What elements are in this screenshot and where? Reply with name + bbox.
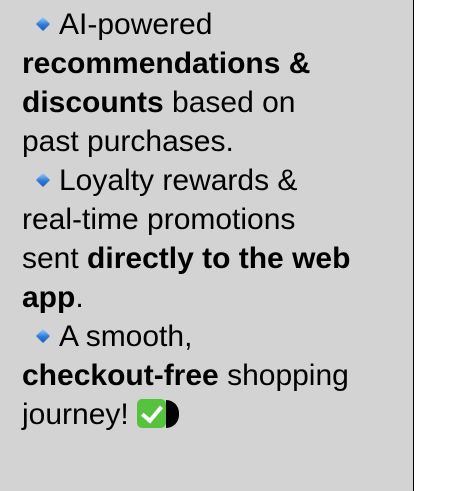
bullet-line: AI-powered xyxy=(22,5,416,44)
text-run: . xyxy=(75,281,84,314)
text-line: discounts based on xyxy=(22,83,416,122)
check-mark-button-icon xyxy=(136,399,166,428)
text-run: journey! xyxy=(22,398,129,431)
text-run: shopping xyxy=(218,359,349,392)
feature-list: AI-powered recommendations & discounts b… xyxy=(22,5,416,434)
bold-text: discounts xyxy=(22,86,164,119)
small-blue-diamond-icon xyxy=(35,172,51,188)
text-line: checkout-free shopping xyxy=(22,356,416,395)
half-moon-icon xyxy=(165,400,179,428)
text-run: AI-powered xyxy=(59,8,213,41)
table-cell: AI-powered recommendations & discounts b… xyxy=(0,0,414,491)
text-run: real-time promotions xyxy=(22,203,296,236)
small-blue-diamond-icon xyxy=(35,16,51,32)
text-line: sent directly to the web xyxy=(22,239,416,278)
text-run: past purchases. xyxy=(22,125,234,158)
text-line: recommendations & xyxy=(22,44,416,83)
text-run: A smooth, xyxy=(59,320,193,353)
text-line: app. xyxy=(22,278,416,317)
text-run: Loyalty rewards & xyxy=(59,164,298,197)
bullet-line: A smooth, xyxy=(22,317,416,356)
text-line: past purchases. xyxy=(22,122,416,161)
small-blue-diamond-icon xyxy=(35,328,51,344)
text-line: journey! xyxy=(22,395,416,434)
bold-text: checkout-free xyxy=(22,359,219,392)
bold-text: directly to the web xyxy=(87,242,351,275)
text-line: real-time promotions xyxy=(22,200,416,239)
text-run: based on xyxy=(163,86,296,119)
bold-text: recommendations & xyxy=(22,47,311,80)
text-run: sent xyxy=(22,242,88,275)
bullet-line: Loyalty rewards & xyxy=(22,161,416,200)
bold-text: app xyxy=(22,281,76,314)
